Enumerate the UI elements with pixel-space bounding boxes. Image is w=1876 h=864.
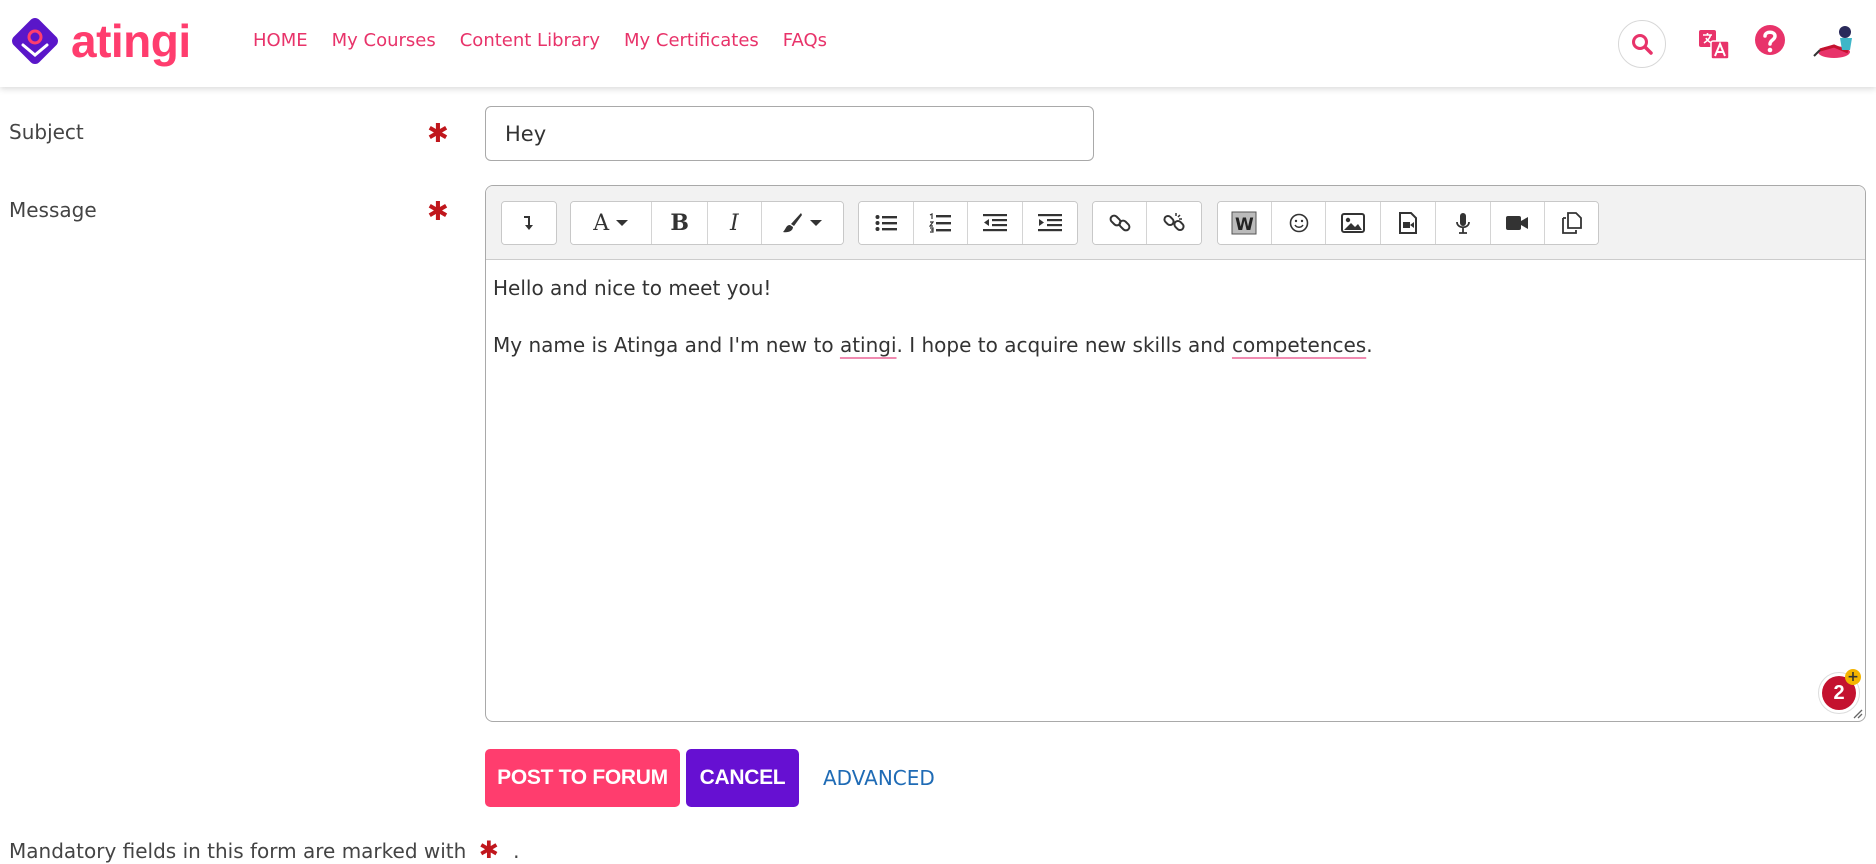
bold-button[interactable]: B: [652, 202, 708, 244]
nav-faqs[interactable]: FAQs: [783, 28, 827, 54]
toolbar-group-format: A B I: [570, 201, 844, 245]
media-icon: [1399, 212, 1418, 234]
translate-icon[interactable]: [1698, 28, 1730, 60]
word-paste-button[interactable]: W: [1218, 202, 1272, 244]
avatar[interactable]: [1812, 22, 1858, 62]
chevron-down-icon: [616, 220, 629, 226]
unlink-button[interactable]: [1147, 202, 1201, 244]
word-paste-icon: W: [1231, 211, 1257, 235]
editor-toolbar: A B I W: [486, 186, 1865, 260]
record-video-icon: [1506, 216, 1529, 230]
advanced-link[interactable]: ADVANCED: [823, 766, 935, 790]
misspelled-word[interactable]: atingi: [840, 333, 897, 357]
message-content[interactable]: Hello and nice to meet you! My name is A…: [493, 274, 1853, 388]
unordered-list-icon: [875, 215, 897, 231]
cancel-button[interactable]: CANCEL: [686, 749, 799, 807]
toolbar-group-links: [1092, 201, 1202, 245]
bold-icon: B: [670, 210, 689, 236]
atingi-logo-icon: [12, 18, 58, 64]
required-icon: ✱: [478, 836, 499, 864]
record-audio-icon: [1455, 213, 1470, 234]
message-label: Message: [9, 198, 97, 222]
subject-required-icon: ✱: [427, 119, 449, 149]
help-icon[interactable]: [1754, 24, 1786, 58]
link-icon: [1109, 214, 1130, 232]
indent-icon: [1037, 214, 1062, 232]
message-text: .: [1366, 333, 1373, 357]
search-icon: [1632, 34, 1653, 55]
message-text: My name is Atinga and I'm new to: [493, 333, 840, 357]
outdent-icon: [982, 214, 1007, 232]
toolbar-group-toggle: [501, 201, 557, 245]
manage-files-icon: [1561, 212, 1582, 234]
top-navbar: atingi HOME My Courses Content Library M…: [0, 0, 1876, 87]
ordered-list-icon: [929, 213, 952, 233]
toggle-toolbar-button[interactable]: [502, 202, 556, 244]
nav-my-courses[interactable]: My Courses: [332, 28, 436, 54]
message-line-2: My name is Atinga and I'm new to atingi.…: [493, 331, 1853, 359]
unlink-icon: [1163, 213, 1185, 232]
svg-text:W: W: [1235, 215, 1254, 235]
plus-icon: +: [1845, 669, 1861, 685]
indent-button[interactable]: [1022, 202, 1077, 244]
outdent-button[interactable]: [968, 202, 1023, 244]
message-line-1: Hello and nice to meet you!: [493, 276, 772, 300]
unordered-list-button[interactable]: [859, 202, 914, 244]
nav-utilities: [1616, 0, 1876, 87]
message-required-icon: ✱: [427, 197, 449, 227]
italic-button[interactable]: I: [708, 202, 762, 244]
post-to-forum-button[interactable]: POST TO FORUM: [485, 749, 680, 807]
nav-home[interactable]: HOME: [253, 28, 308, 54]
misspelled-word[interactable]: competences: [1232, 333, 1366, 357]
mandatory-note-text: Mandatory fields in this form are marked…: [9, 839, 467, 863]
notification-badge[interactable]: 2 +: [1818, 669, 1861, 714]
toolbar-group-lists: [858, 201, 1078, 245]
emoji-icon: [1289, 213, 1308, 233]
link-button[interactable]: [1093, 202, 1148, 244]
nav-content-library[interactable]: Content Library: [460, 28, 600, 54]
brand-logo[interactable]: atingi: [9, 15, 191, 67]
nav-my-certificates[interactable]: My Certificates: [624, 28, 759, 54]
color-icon: [783, 213, 803, 233]
toolbar-group-media: W: [1217, 201, 1599, 245]
mandatory-note-period: .: [513, 839, 520, 863]
chevron-down-icon: [810, 220, 823, 226]
message-text: . I hope to acquire new skills and: [896, 333, 1232, 357]
toggle-toolbar-icon: [524, 216, 533, 230]
font-style-button[interactable]: A: [571, 202, 653, 244]
media-button[interactable]: [1381, 202, 1436, 244]
color-button[interactable]: [761, 202, 843, 244]
main-nav: HOME My Courses Content Library My Certi…: [253, 28, 851, 54]
font-style-icon: A: [593, 210, 610, 236]
image-button[interactable]: [1326, 202, 1382, 244]
manage-files-button[interactable]: [1545, 202, 1598, 244]
message-editor: A B I W Hello and nice to meet you! My n…: [485, 185, 1866, 722]
search-button[interactable]: [1618, 20, 1666, 68]
record-video-button[interactable]: [1490, 202, 1546, 244]
italic-icon: I: [729, 210, 739, 236]
record-audio-button[interactable]: [1435, 202, 1491, 244]
image-icon: [1341, 213, 1366, 233]
ordered-list-button[interactable]: [913, 202, 968, 244]
mandatory-fields-note: Mandatory fields in this form are marked…: [9, 836, 520, 864]
subject-input[interactable]: [485, 106, 1094, 161]
emoji-button[interactable]: [1271, 202, 1327, 244]
brand-name: atingi: [71, 15, 191, 67]
subject-label: Subject: [9, 120, 84, 144]
